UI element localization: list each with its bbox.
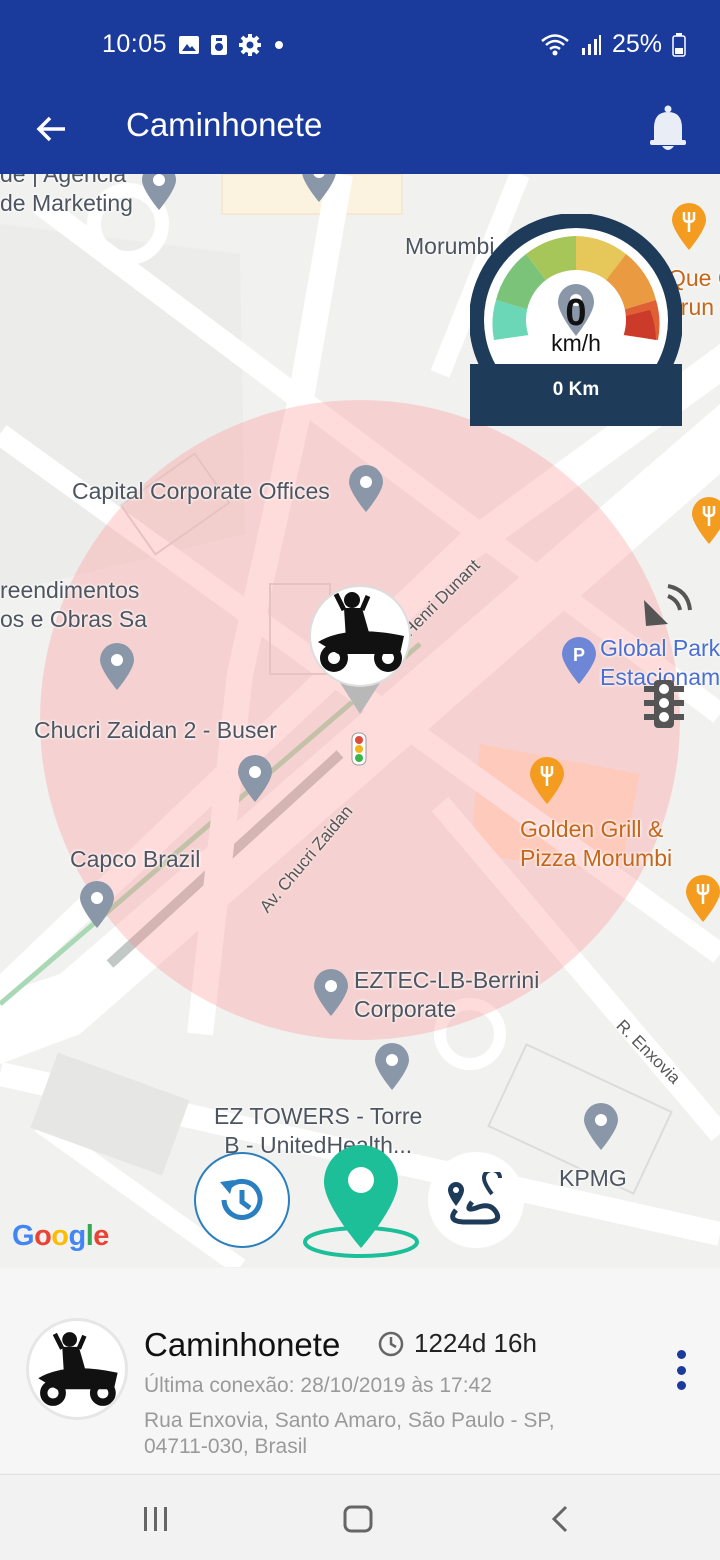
system-nav-bar	[0, 1474, 720, 1560]
speedometer: 0 km/h 0 Km	[469, 213, 683, 427]
vehicle-marker[interactable]	[308, 584, 412, 716]
back-icon	[551, 1505, 568, 1533]
battery-icon	[672, 32, 686, 57]
speed-value: 0	[565, 292, 587, 334]
route-button[interactable]	[428, 1152, 524, 1248]
screen: 10:05 25% Caminhonete de | Agência de Ma…	[0, 0, 720, 1560]
vehicle-duration: 1224d 16h	[378, 1328, 537, 1359]
last-connection: Última conexão: 28/10/2019 às 17:42	[144, 1374, 492, 1397]
back-button[interactable]	[26, 104, 76, 154]
map-label-eztec: EZTEC-LB-Berrini Corporate	[354, 967, 540, 1022]
notifications-button[interactable]	[642, 100, 694, 156]
status-icons-right: 25%	[540, 30, 686, 59]
status-time: 10:05	[102, 30, 168, 58]
battery-percent: 25%	[611, 30, 662, 58]
svg-text:P: P	[573, 645, 585, 665]
history-button[interactable]	[194, 1152, 290, 1248]
home-icon	[343, 1505, 373, 1533]
map-label-empreendimentos: reendimentos os e Obras Sa	[0, 577, 148, 632]
vehicle-name: Caminhonete	[144, 1326, 341, 1363]
map-label-capco: Capco Brazil	[70, 846, 201, 872]
map-label-golden-grill: Golden Grill & Pizza Morumbi	[520, 816, 673, 871]
back-nav-button[interactable]	[530, 1497, 590, 1541]
more-vertical-icon	[676, 1350, 686, 1359]
map-label-agency: de | Agência de Marketing	[0, 174, 133, 216]
bell-icon	[650, 105, 686, 150]
status-icons-left	[178, 33, 286, 57]
restaurant-pin-icon[interactable]	[528, 756, 566, 806]
storage-icon	[211, 35, 227, 55]
recent-apps-icon	[144, 1507, 167, 1531]
place-pin-icon[interactable]	[98, 642, 136, 692]
traffic-signal-icon	[351, 732, 367, 766]
place-pin-icon[interactable]	[312, 968, 350, 1018]
signal-icon	[581, 34, 601, 55]
map-view[interactable]: de | Agênciade Marketing Morumbi Que Cor…	[0, 174, 720, 1267]
speed-unit: km/h	[551, 330, 601, 356]
home-button[interactable]	[328, 1497, 388, 1541]
recent-apps-button[interactable]	[126, 1497, 186, 1541]
dot-icon	[275, 41, 283, 49]
restaurant-pin-icon[interactable]	[690, 496, 720, 546]
app-bar: Caminhonete	[0, 92, 720, 174]
place-pin-icon[interactable]	[347, 464, 385, 514]
place-pin-icon[interactable]	[582, 1102, 620, 1152]
restaurant-pin-icon[interactable]	[684, 874, 720, 924]
place-pin-icon[interactable]	[373, 1042, 411, 1092]
place-pin-icon[interactable]	[236, 754, 274, 804]
map-label-kpmg: KPMG	[559, 1165, 627, 1191]
map-label-capital: Capital Corporate Offices	[72, 478, 330, 504]
satellite-signal-icon	[644, 584, 692, 626]
duration-value: 1224d 16h	[414, 1328, 537, 1358]
motorcycle-icon	[38, 1332, 118, 1406]
location-pin-button[interactable]	[302, 1144, 420, 1264]
place-pin-icon[interactable]	[140, 174, 178, 212]
location-pin-icon	[324, 1145, 398, 1248]
map-label-chucri: Chucri Zaidan 2 - Buser	[34, 717, 277, 743]
vehicle-address: Rua Enxovia, Santo Amaro, São Paulo - SP…	[144, 1409, 555, 1458]
google-logo: Google	[12, 1220, 109, 1252]
odometer-value: 0 Km	[552, 379, 600, 400]
gear-icon	[239, 34, 261, 56]
image-icon	[179, 36, 199, 54]
place-pin-icon[interactable]	[300, 174, 338, 204]
vehicle-avatar	[26, 1318, 128, 1420]
arrow-left-icon	[36, 116, 65, 142]
route-icon	[448, 1172, 502, 1225]
place-pin-icon[interactable]	[78, 880, 116, 930]
vehicle-card[interactable]: Caminhonete 1224d 16h Última conexão: 28…	[0, 1268, 720, 1473]
clock-icon	[378, 1331, 404, 1356]
status-bar: 10:05 25%	[0, 0, 720, 92]
more-options-button[interactable]	[664, 1348, 698, 1392]
traffic-light-icon	[644, 680, 684, 728]
wifi-icon	[541, 33, 569, 55]
parking-pin-icon[interactable]: P	[560, 636, 598, 686]
page-title: Caminhonete	[126, 106, 323, 143]
history-icon	[220, 1178, 263, 1220]
